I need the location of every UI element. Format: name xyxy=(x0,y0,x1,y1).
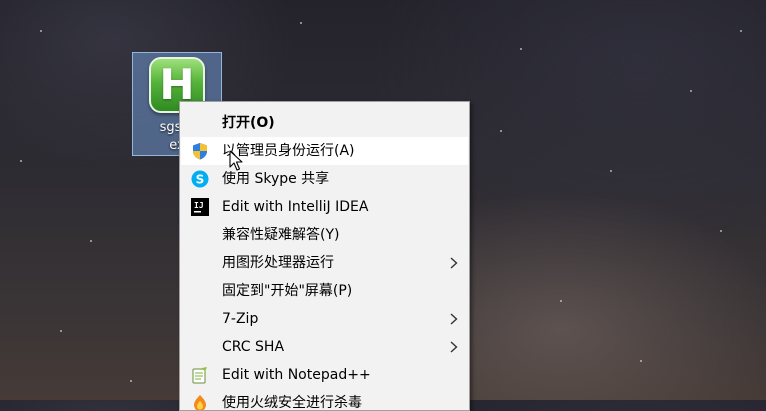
menu-item-edit-notepadpp[interactable]: Edit with Notepad++ xyxy=(181,361,468,389)
menu-item-skype-share[interactable]: S 使用 Skype 共享 xyxy=(181,165,468,193)
chevron-right-icon xyxy=(450,257,458,269)
svg-text:S: S xyxy=(196,173,205,187)
menu-item-huorong-scan[interactable]: 使用火绒安全进行杀毒 xyxy=(181,389,468,411)
menu-item-label: Edit with IntelliJ IDEA xyxy=(222,199,369,215)
menu-item-label: 兼容性疑难解答(Y) xyxy=(222,227,340,243)
menu-item-pin-to-start[interactable]: 固定到"开始"屏幕(P) xyxy=(181,277,468,305)
menu-item-label: 打开(O) xyxy=(222,115,275,131)
menu-item-open[interactable]: 打开(O) xyxy=(181,109,468,137)
menu-item-edit-intellij[interactable]: IJ Edit with IntelliJ IDEA xyxy=(181,193,468,221)
chevron-right-icon xyxy=(450,341,458,353)
menu-item-7zip[interactable]: 7-Zip xyxy=(181,305,468,333)
menu-item-crc-sha[interactable]: CRC SHA xyxy=(181,333,468,361)
menu-item-label: CRC SHA xyxy=(222,339,285,355)
menu-item-run-with-gpu[interactable]: 用图形处理器运行 xyxy=(181,249,468,277)
svg-text:IJ: IJ xyxy=(194,201,204,210)
menu-item-compat-troubleshoot[interactable]: 兼容性疑难解答(Y) xyxy=(181,221,468,249)
uac-shield-icon xyxy=(193,143,207,160)
menu-item-label: 使用火绒安全进行杀毒 xyxy=(222,395,362,411)
huorong-icon xyxy=(194,395,206,410)
menu-item-run-as-admin[interactable]: 以管理员身份运行(A) xyxy=(181,137,468,165)
menu-item-label: 7-Zip xyxy=(222,311,259,327)
skype-icon: S xyxy=(191,170,209,188)
context-menu: 打开(O) 以管理员身份运行(A) S 使用 Skype 共享 IJ Edit … xyxy=(179,101,470,411)
menu-item-label: Edit with Notepad++ xyxy=(222,367,371,383)
menu-item-label: 用图形处理器运行 xyxy=(222,255,334,271)
chevron-right-icon xyxy=(450,313,458,325)
intellij-icon: IJ xyxy=(191,198,209,216)
notepadpp-icon xyxy=(192,367,207,384)
mouse-cursor-icon xyxy=(229,150,243,171)
menu-item-label: 固定到"开始"屏幕(P) xyxy=(222,283,353,299)
